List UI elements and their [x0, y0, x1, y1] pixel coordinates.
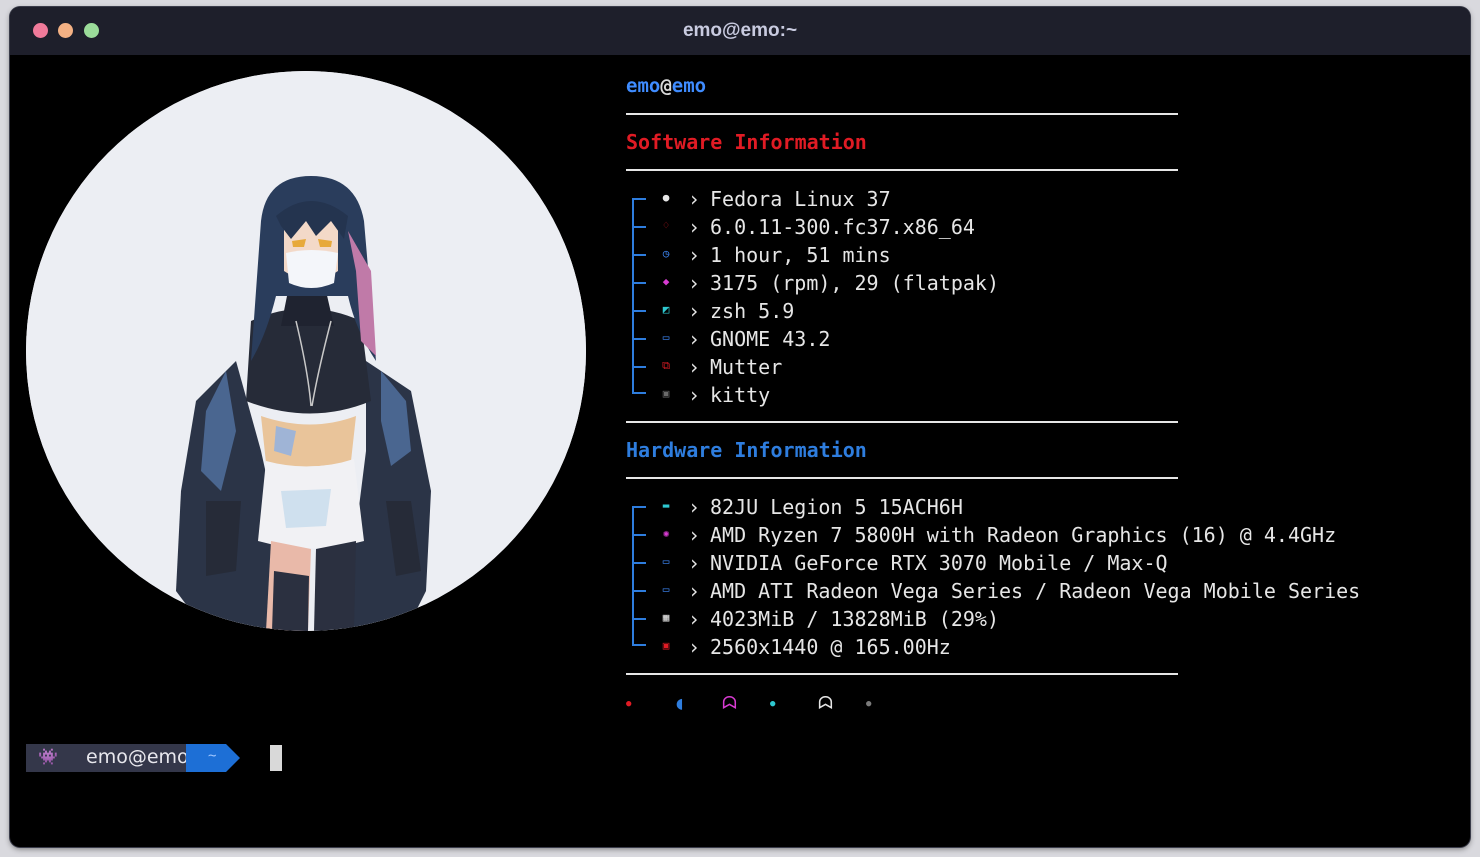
software-row: ▣ › kitty — [626, 381, 1466, 409]
prompt-user: emo@emo — [86, 746, 189, 768]
package-icon: ◆ — [662, 275, 670, 288]
user-host: emo@emo — [626, 75, 706, 97]
chevron-right-icon: › — [688, 187, 701, 211]
software-row: ◆ › 3175 (rpm), 29 (flatpak) — [626, 269, 1466, 297]
prompt-dir: ~ — [208, 748, 217, 764]
software-value: 3175 (rpm), 29 (flatpak) — [710, 271, 999, 295]
hardware-value: 82JU Legion 5 15ACH6H — [710, 495, 963, 519]
divider — [626, 421, 1178, 423]
software-value: Fedora Linux 37 — [710, 187, 891, 211]
divider — [626, 673, 1178, 675]
software-section-title: Software Information — [626, 130, 867, 154]
hardware-row: ▭ › NVIDIA GeForce RTX 3070 Mobile / Max-Q — [626, 549, 1466, 577]
software-value: 1 hour, 51 mins — [710, 243, 891, 267]
display-icon: ▣ — [662, 639, 670, 652]
hardware-section-title: Hardware Information — [626, 438, 867, 462]
gray-dot: ● — [866, 699, 872, 709]
at-sign: @ — [660, 75, 672, 97]
desktop-icon: ▭ — [662, 331, 670, 344]
chevron-right-icon: › — [688, 215, 701, 239]
hardware-value: 2560x1440 @ 165.00Hz — [710, 635, 951, 659]
divider — [626, 113, 1178, 115]
chevron-right-icon: › — [688, 635, 701, 659]
chevron-right-icon: › — [688, 383, 701, 407]
hardware-value: AMD ATI Radeon Vega Series / Radeon Vega… — [710, 579, 1361, 603]
software-value: zsh 5.9 — [710, 299, 795, 323]
hardware-row: ▬ › 82JU Legion 5 15ACH6H — [626, 493, 1466, 521]
cyan-dot: ● — [770, 699, 776, 709]
prompt-separator — [226, 744, 240, 772]
terminal-content[interactable]: emo@emo Software Information ● › Fedora Li… — [10, 55, 1470, 847]
software-value: 6.0.11-300.fc37.x86_64 — [710, 215, 975, 239]
software-value: GNOME 43.2 — [710, 327, 831, 351]
hardware-row: ▦ › 4023MiB / 13828MiB (29%) — [626, 605, 1466, 633]
chevron-right-icon: › — [688, 523, 701, 547]
hardware-value: 4023MiB / 13828MiB (29%) — [710, 607, 999, 631]
avatar-image — [26, 71, 586, 631]
prompt-user-segment: 👾 emo@emo — [26, 744, 189, 772]
software-value: Mutter — [710, 355, 783, 379]
software-row: ◩ › zsh 5.9 — [626, 297, 1466, 325]
chevron-right-icon: › — [688, 579, 701, 603]
title-bar: emo@emo:~ — [10, 7, 1470, 55]
hardware-row: ▭ › AMD ATI Radeon Vega Series / Radeon Ve… — [626, 577, 1466, 605]
gpu-icon: ▭ — [662, 583, 670, 596]
terminal-icon: ▣ — [662, 387, 670, 400]
chevron-right-icon: › — [688, 495, 701, 519]
red-dot: ● — [626, 699, 632, 709]
ghost-white-icon: ᗣ — [818, 693, 833, 714]
cpu-icon: ✺ — [662, 527, 670, 540]
hardware-value: NVIDIA GeForce RTX 3070 Mobile / Max-Q — [710, 551, 1168, 575]
shell-icon: ◩ — [662, 303, 670, 316]
window-title: emo@emo:~ — [682, 20, 798, 41]
chevron-right-icon: › — [688, 299, 701, 323]
software-row: ♢ › 6.0.11-300.fc37.x86_64 — [626, 213, 1466, 241]
hostname: emo — [671, 75, 707, 97]
pacman-icon: ◖ — [674, 693, 685, 714]
hardware-row: ✺ › AMD Ryzen 7 5800H with Radeon Graphics… — [626, 521, 1466, 549]
software-row: ▭ › GNOME 43.2 — [626, 325, 1466, 353]
text-cursor[interactable] — [270, 745, 282, 771]
space-invader-icon: 👾 — [38, 747, 58, 766]
terminal-window: emo@emo:~ emo@emo Software Information ●… — [10, 7, 1470, 847]
chevron-right-icon: › — [688, 607, 701, 631]
software-value: kitty — [710, 383, 771, 407]
windows-icon: ⧉ — [662, 359, 670, 372]
clock-icon: ◷ — [662, 247, 670, 260]
memory-icon: ▦ — [662, 611, 670, 624]
chevron-right-icon: › — [688, 271, 701, 295]
hardware-value: AMD Ryzen 7 5800H with Radeon Graphics (… — [710, 523, 1337, 547]
prompt-dir-segment: ~ — [186, 744, 226, 772]
kernel-icon: ♢ — [662, 219, 670, 232]
software-row: ◷ › 1 hour, 51 mins — [626, 241, 1466, 269]
username: emo — [626, 75, 661, 97]
fedora-icon: ● — [662, 191, 670, 204]
software-row: ⧉ › Mutter — [626, 353, 1466, 381]
divider — [626, 477, 1178, 479]
laptop-icon: ▬ — [662, 499, 670, 512]
system-info-panel: emo@emo Software Information ● › Fedora Li… — [626, 55, 1466, 735]
ghost-magenta-icon: ᗣ — [722, 693, 737, 714]
hardware-row: ▣ › 2560x1440 @ 165.00Hz — [626, 633, 1466, 661]
chevron-right-icon: › — [688, 551, 701, 575]
chevron-right-icon: › — [688, 355, 701, 379]
gpu-icon: ▭ — [662, 555, 670, 568]
divider — [626, 169, 1178, 171]
pacman-strip: ● ◖ ᗣ ● ᗣ ● — [626, 693, 1026, 723]
chevron-right-icon: › — [688, 327, 701, 351]
chevron-right-icon: › — [688, 243, 701, 267]
software-row: ● › Fedora Linux 37 — [626, 185, 1466, 213]
